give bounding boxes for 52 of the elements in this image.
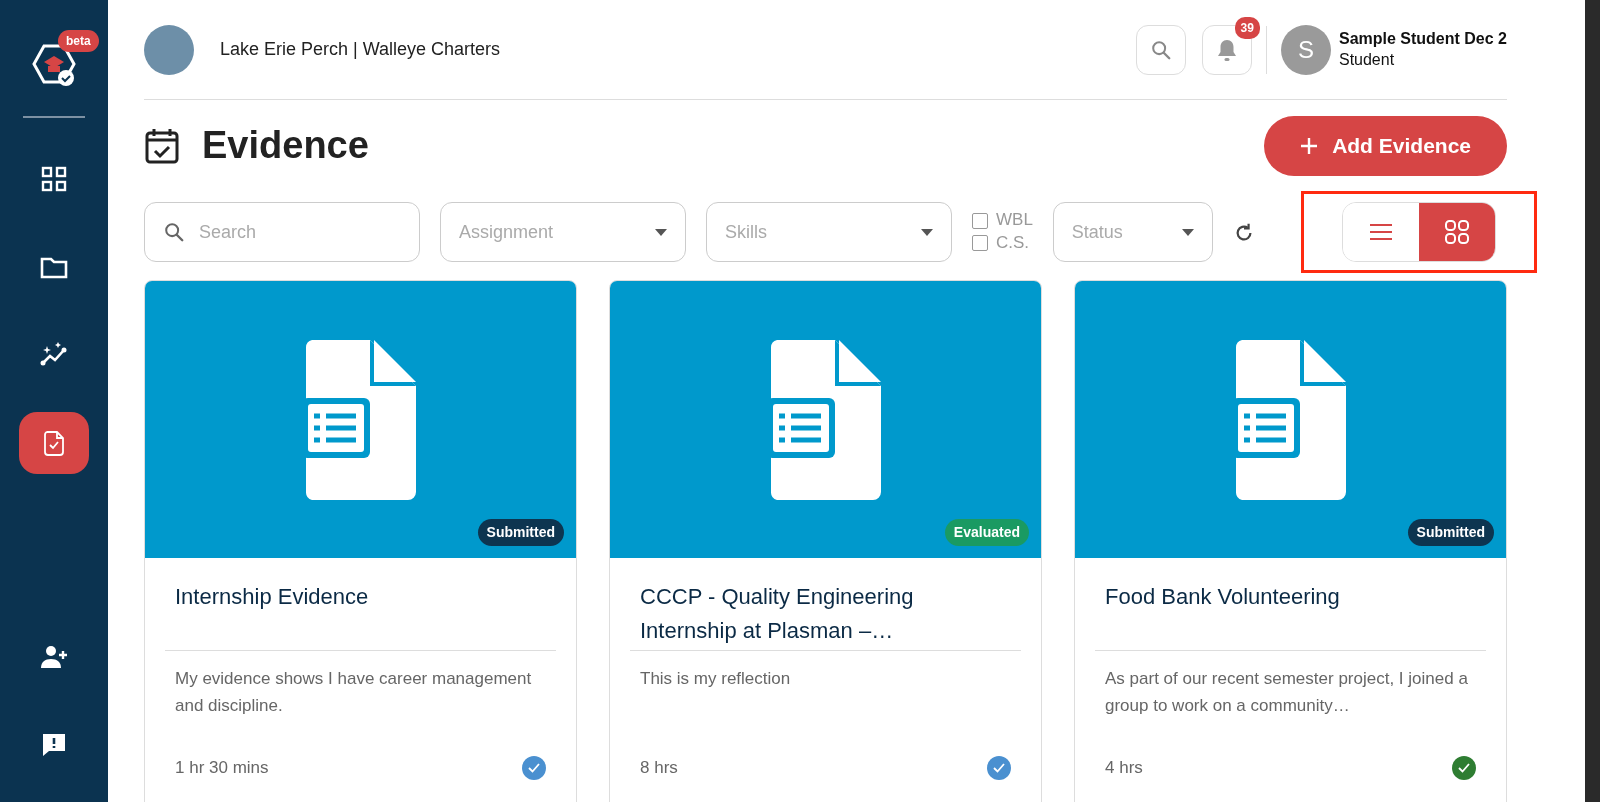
status-badge: Submitted (1407, 519, 1494, 546)
grid-icon (40, 165, 68, 193)
skills-dropdown[interactable]: Skills (706, 202, 952, 262)
checkbox[interactable] (972, 235, 988, 252)
document-icon (770, 339, 881, 500)
organization-name: Lake Erie Perch | Walleye Charters (220, 38, 501, 61)
document-icon (1235, 339, 1346, 500)
checkbox-label: C.S. (996, 232, 1030, 254)
checkbox[interactable] (972, 212, 988, 229)
grid-icon (1444, 219, 1470, 245)
status-badge: Evaluated (944, 519, 1029, 546)
menu-icon (1369, 223, 1393, 241)
evidence-card[interactable]: Submitted Internship Evidence My evidence shows I have career management and discipline. 1 hr 30 mins (144, 280, 577, 802)
search-icon (163, 221, 185, 243)
user-role: Student (1338, 49, 1396, 70)
nav-item[interactable] (19, 412, 89, 474)
notification-count: 39 (1234, 16, 1260, 39)
person-add-icon (40, 643, 68, 671)
document-icon (305, 339, 416, 500)
user-avatar[interactable]: S (1280, 24, 1331, 75)
page-title: Evidence (202, 123, 369, 169)
card-description: This is my reflection (639, 668, 792, 690)
card-title: CCCP - Quality Engineering Internship at Plasman –… (639, 583, 915, 646)
evidence-card[interactable]: Evaluated CCCP - Quality Engineering Internship at Plasman –… This is my reflection 8 hrs (609, 280, 1042, 802)
duration-text: 4 hrs (1105, 757, 1143, 779)
plus-icon (1300, 137, 1319, 155)
duration-text: 8 hrs (640, 757, 678, 779)
user-name: Sample Student Dec 2 (1338, 28, 1507, 49)
evidence-card[interactable]: Submitted Food Bank Volunteering As part of our recent semester project, I joined a group to work on a community… 4 hrs (1074, 280, 1507, 802)
status-badge: Submitted (477, 519, 564, 546)
beta-badge: beta (58, 30, 99, 52)
search-icon (1149, 38, 1172, 61)
feedback-icon (40, 731, 68, 759)
add-evidence-button[interactable]: Add Evidence (1264, 116, 1507, 176)
grid-view-button[interactable] (1419, 203, 1495, 261)
checkbox-label: WBL (996, 209, 1033, 232)
profile-photo (144, 24, 194, 75)
card-description: As part of our recent semester project, I joined a group to work on a community… (1104, 668, 1469, 718)
card-title: Internship Evidence (174, 583, 370, 611)
card-description: My evidence shows I have career management and discipline. (174, 668, 533, 718)
status-dropdown[interactable]: Status (1052, 202, 1213, 262)
search-button[interactable] (1135, 24, 1186, 75)
caret-icon (655, 228, 667, 236)
search-box[interactable]: Search (144, 202, 420, 262)
caret-icon (921, 228, 933, 236)
duration-text: 1 hr 30 mins (175, 757, 269, 779)
notifications-button[interactable] (1201, 24, 1252, 75)
card-title: Food Bank Volunteering (1104, 583, 1341, 611)
calendar-check-icon (144, 127, 180, 165)
assignment-dropdown[interactable]: Assignment (440, 202, 686, 262)
scrollbar[interactable] (1585, 0, 1600, 802)
caret-icon (1181, 228, 1194, 236)
